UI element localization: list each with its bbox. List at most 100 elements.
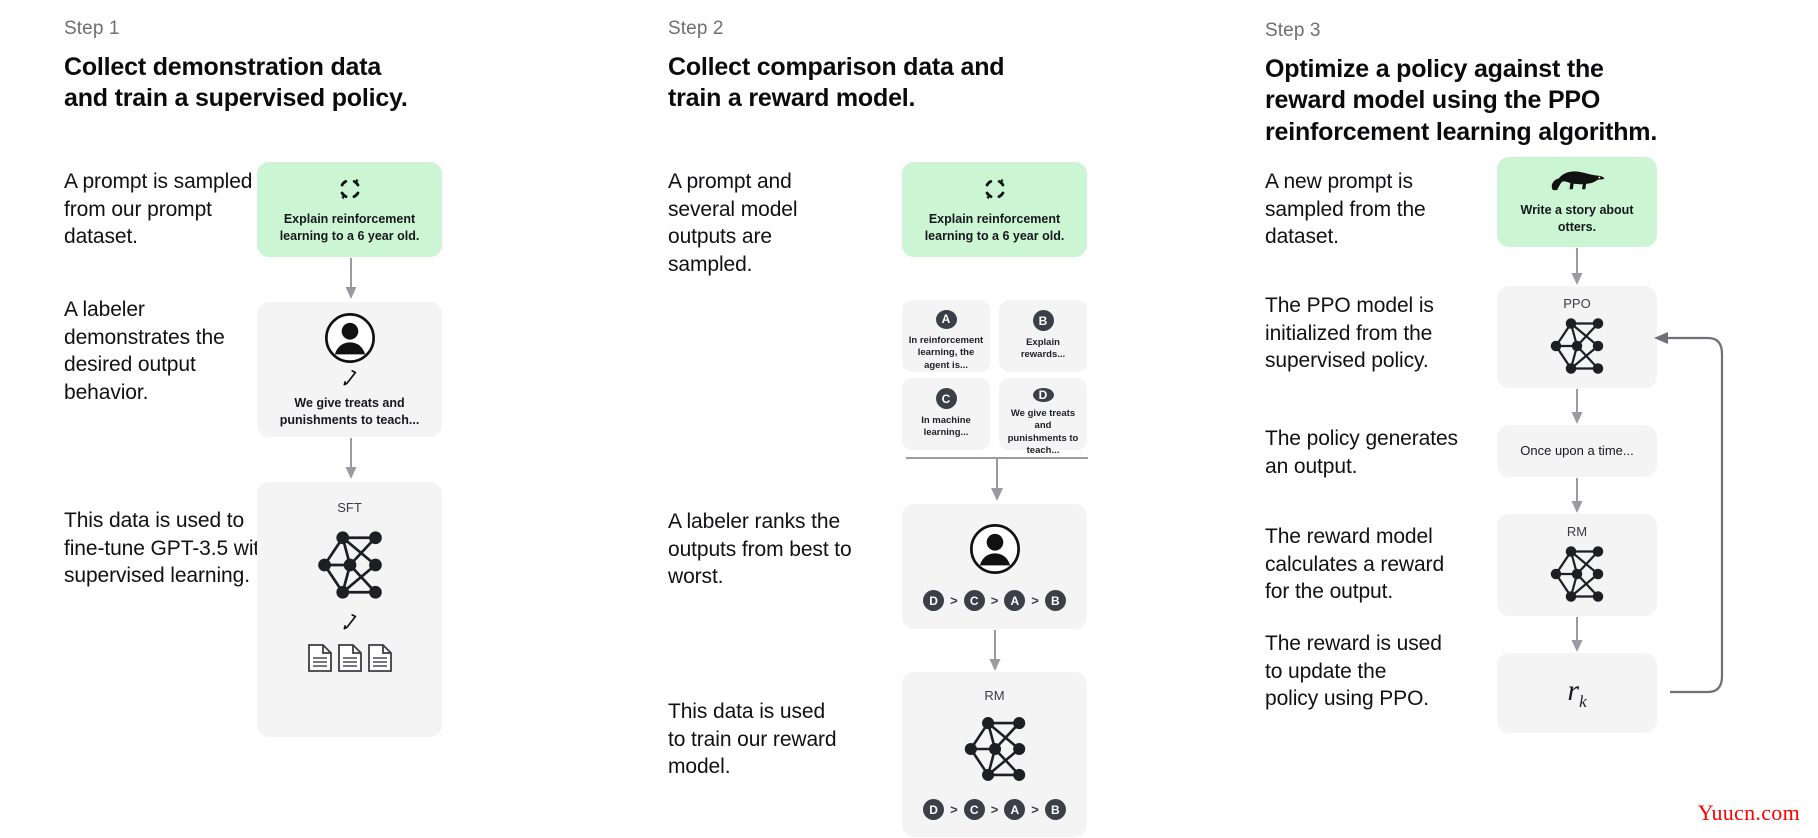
reward-subscript: k [1579, 692, 1587, 711]
output-badge-d: D [1032, 388, 1054, 402]
otter-icon [1548, 168, 1606, 194]
step-1-description-2: A labeler demonstrates the desired outpu… [64, 298, 225, 405]
step-3-description-4: The reward model calculates a reward for… [1265, 525, 1445, 604]
step-1-sft-box: SFT [257, 482, 442, 737]
rank-badge-4: B [1044, 590, 1066, 611]
step-3-arrow-2 [1569, 389, 1585, 425]
rank-separator-3: > [1031, 593, 1039, 608]
step-3-description-5: The reward is used to update the policy … [1265, 632, 1442, 711]
neural-network-icon [951, 711, 1039, 787]
step-1-header: Step 1 Collect demonstration data and tr… [64, 18, 484, 115]
step-3-feedback-arrow [1650, 330, 1760, 700]
step-3-column: Step 3 Optimize a policy against the rew… [1265, 0, 1805, 838]
step-3-prompt-text: Write a story about otters. [1520, 203, 1634, 234]
step-3-ppo-box: PPO [1497, 286, 1657, 388]
rlhf-diagram: Step 1 Collect demonstration data and tr… [0, 0, 1818, 838]
pencil-icon [340, 613, 360, 633]
output-badge-a: A [935, 310, 957, 329]
rm-rank-badge-1: D [923, 799, 945, 820]
step-1-labeler-text: We give treats and punishments to teach.… [279, 395, 420, 427]
step-1-title-line-2: and train a supervised policy. [64, 84, 408, 113]
step-3-output-text: Once upon a time... [1520, 443, 1634, 459]
step-2-title: Collect comparison data and train a rewa… [668, 52, 1098, 115]
step-3-title: Optimize a policy against the reward mod… [1265, 54, 1665, 148]
step-3-output-box: Once upon a time... [1497, 425, 1657, 477]
step-3-prompt-box: Write a story about otters. [1497, 157, 1657, 247]
step-2-column: Step 2 Collect comparison data and train… [668, 0, 1188, 838]
step-1-title-line-1: Collect demonstration data [64, 53, 382, 81]
step-1-title: Collect demonstration data and train a s… [64, 52, 484, 115]
neural-network-icon [1538, 313, 1616, 379]
step-3-arrow-4 [1569, 617, 1585, 653]
output-text-b: Explain rewards... [1020, 337, 1066, 361]
watermark: Yuucn.com [1697, 800, 1800, 825]
step-3-reward-label: rk [1567, 674, 1586, 712]
reward-symbol: r [1567, 674, 1580, 707]
step-3-description-2: The PPO model is initialized from the su… [1265, 294, 1434, 373]
step-3-rm-caption: RM [1566, 524, 1588, 539]
step-2-rm-box: RM D > C > A > B [902, 672, 1087, 837]
rank-separator-2: > [990, 593, 999, 608]
output-text-d: We give treats and punishments to teach.… [1007, 408, 1079, 457]
dataset-refresh-icon [981, 175, 1009, 203]
rm-rank-badge-3: A [1004, 799, 1026, 820]
step-1-labeler-box: We give treats and punishments to teach.… [257, 302, 442, 437]
output-text-a: In reinforcement learning, the agent is.… [908, 334, 984, 371]
rm-rank-separator-1: > [950, 802, 958, 817]
step-2-label: Step 2 [668, 18, 724, 39]
step-2-merge-arrow [902, 452, 1092, 504]
person-avatar-icon [968, 522, 1022, 576]
step-3-description-1: A new prompt is sampled from the dataset… [1265, 170, 1426, 249]
neural-network-icon [304, 525, 396, 605]
dataset-refresh-icon [336, 175, 364, 203]
output-badge-c: C [935, 388, 957, 409]
step-2-prompt-box: Explain reinforcement learning to a 6 ye… [902, 162, 1087, 257]
step-3-header: Step 3 Optimize a policy against the rew… [1265, 20, 1665, 148]
rm-rank-badge-2: C [963, 799, 985, 820]
rm-rank-separator-2: > [990, 802, 999, 817]
step-3-arrow-3 [1569, 478, 1585, 514]
step-3-reward-box: rk [1497, 653, 1657, 733]
step-1-description-1: A prompt is sampled from our prompt data… [64, 170, 253, 249]
rank-badge-2: C [963, 590, 985, 611]
step-3-title-line-3: reinforcement learning algorithm. [1265, 117, 1658, 146]
step-1-sft-caption: SFT [337, 500, 362, 515]
pencil-icon [340, 369, 360, 389]
output-text-c: In machine learning... [921, 415, 971, 439]
step-1-description-3: This data is used to fine-tune GPT-3.5 w… [64, 509, 271, 588]
step-2-rm-caption: RM [984, 688, 1005, 703]
rank-badge-1: D [923, 590, 945, 611]
rm-rank-separator-3: > [1031, 802, 1039, 817]
step-2-ranking-row: D > C > A > B [923, 590, 1066, 611]
rank-badge-3: A [1004, 590, 1026, 611]
step-2-description-1: A prompt and several model outputs are s… [668, 170, 798, 277]
rm-rank-badge-4: B [1044, 799, 1066, 820]
step-2-output-card-d: D We give treats and punishments to teac… [999, 378, 1087, 456]
output-badge-b: B [1032, 310, 1054, 331]
step-3-title-line-2: reward model using the PPO [1265, 86, 1601, 115]
step-2-title-line-2: train a reward model. [668, 84, 916, 113]
step-2-labeler-box: D > C > A > B [902, 504, 1087, 629]
step-2-output-card-b: B Explain rewards... [999, 300, 1087, 372]
step-3-ppo-caption: PPO [1563, 296, 1591, 311]
document-stack-icon [307, 643, 393, 673]
step-3-rm-box: RM [1497, 514, 1657, 616]
step-1-label: Step 1 [64, 18, 120, 39]
step-2-title-line-1: Collect comparison data and [668, 53, 1005, 81]
step-1-column: Step 1 Collect demonstration data and tr… [60, 0, 580, 838]
rank-separator-1: > [950, 593, 958, 608]
step-2-description-2: A labeler ranks the outputs from best to… [668, 510, 852, 589]
step-2-header: Step 2 Collect comparison data and train… [668, 18, 1098, 115]
step-3-description-3: The policy generates an output. [1265, 427, 1458, 478]
step-3-title-line-1: Optimize a policy against the [1265, 55, 1604, 83]
step-2-description-3: This data is used to train our reward mo… [668, 700, 837, 779]
step-2-rm-ranking-row: D > C > A > B [923, 799, 1066, 820]
person-avatar-icon [323, 311, 377, 365]
step-1-arrow-1 [343, 258, 359, 300]
step-2-output-card-a: A In reinforcement learning, the agent i… [902, 300, 990, 372]
step-3-arrow-1 [1569, 248, 1585, 286]
step-3-label: Step 3 [1265, 20, 1321, 41]
step-2-output-card-c: C In machine learning... [902, 378, 990, 450]
step-1-arrow-2 [343, 438, 359, 480]
step-2-arrow-rm [987, 630, 1003, 672]
